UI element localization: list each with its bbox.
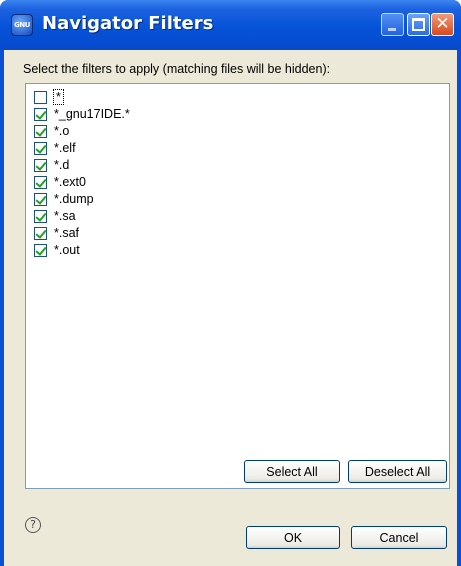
filter-item[interactable]: * [34,89,64,105]
filter-item[interactable]: *.saf [34,225,79,241]
filter-checkbox[interactable] [34,209,47,223]
filter-list[interactable]: * *_gnu17IDE.* *.o *.elf *.d *.ext0 *.du… [25,83,450,489]
filter-checkbox[interactable] [34,107,47,121]
filter-item[interactable]: *.ext0 [34,174,86,190]
filter-item[interactable]: *.out [34,242,80,258]
filter-checkbox[interactable] [34,226,47,240]
select-all-button[interactable]: Select All [244,460,340,483]
filter-checkbox[interactable] [34,141,47,155]
close-button[interactable]: ✕ [431,13,454,36]
help-icon[interactable]: ? [25,517,41,533]
minimize-icon [388,28,396,31]
cancel-button[interactable]: Cancel [351,526,447,549]
deselect-all-button[interactable]: Deselect All [348,460,447,483]
ok-button[interactable]: OK [246,526,340,549]
filter-checkbox[interactable] [34,158,47,172]
filter-label: *.o [54,124,70,138]
window-title: Navigator Filters [42,13,214,34]
filter-item[interactable]: *.d [34,157,69,173]
filter-label: * [53,89,64,105]
minimize-button[interactable] [381,13,404,36]
app-icon: GNU [11,14,33,36]
filter-label: *.d [54,158,70,172]
filter-item[interactable]: *.sa [34,208,76,224]
maximize-button[interactable] [407,13,430,36]
filter-label: *_gnu17IDE.* [54,107,130,121]
maximize-icon [412,18,425,31]
filter-label: *.sa [54,209,76,223]
filter-label: *.ext0 [54,175,86,189]
filter-item[interactable]: *.dump [34,191,94,207]
filter-label: *.out [54,243,80,257]
close-icon: ✕ [435,14,450,34]
filter-label: *.dump [54,192,94,206]
filter-checkbox[interactable] [34,90,47,104]
filter-checkbox[interactable] [34,192,47,206]
filter-item[interactable]: *_gnu17IDE.* [34,106,130,122]
filter-label: *.saf [54,226,80,240]
dialog-body: Select the filters to apply (matching fi… [4,50,457,566]
filter-checkbox[interactable] [34,124,47,138]
filter-item[interactable]: *.elf [34,140,76,156]
instruction-label: Select the filters to apply (matching fi… [23,62,331,76]
dialog-window: GNU Navigator Filters ✕ Select the filte… [0,0,461,566]
title-bar[interactable]: GNU Navigator Filters ✕ [0,0,461,50]
filter-item[interactable]: *.o [34,123,69,139]
filter-checkbox[interactable] [34,243,47,257]
filter-checkbox[interactable] [34,175,47,189]
filter-label: *.elf [54,141,76,155]
